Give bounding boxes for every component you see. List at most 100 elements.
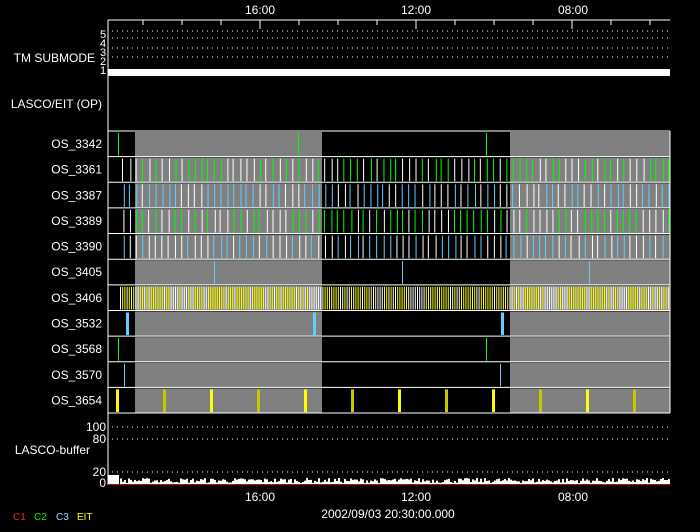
event-mark (639, 286, 641, 310)
buffer-bar (642, 479, 644, 484)
event-mark (485, 286, 487, 310)
event-mark (573, 286, 575, 310)
event-mark (245, 286, 247, 310)
tm-submode-bar (108, 69, 670, 76)
buffer-bar (596, 478, 598, 484)
event-mark (447, 209, 449, 233)
buffer-bar (650, 478, 652, 484)
event-mark (460, 209, 462, 233)
event-mark (221, 286, 223, 310)
event-mark (402, 209, 404, 233)
event-mark (350, 235, 352, 259)
event-mark (461, 158, 463, 182)
event-mark (552, 235, 554, 259)
event-mark (214, 209, 216, 233)
event-mark (545, 158, 547, 182)
event-mark (260, 286, 262, 310)
event-mark (220, 184, 222, 207)
event-mark (285, 158, 287, 182)
event-mark (397, 286, 399, 310)
buffer-bar (256, 479, 258, 484)
event-mark (128, 286, 130, 310)
buffer-bar (132, 481, 134, 484)
event-mark (636, 158, 638, 182)
event-mark (429, 184, 431, 207)
event-mark (219, 209, 221, 233)
buffer-bar (310, 479, 312, 484)
event-mark (175, 286, 176, 310)
buffer-bar (214, 479, 216, 484)
buffer-bar (228, 482, 230, 484)
event-mark (188, 158, 190, 182)
event-mark (155, 184, 157, 207)
event-mark (188, 286, 190, 310)
event-mark (139, 286, 141, 310)
event-mark (553, 286, 555, 310)
event-mark (458, 286, 460, 310)
buffer-bar (556, 480, 558, 484)
event-mark (408, 184, 410, 207)
event-mark (210, 389, 213, 413)
buffer-bar (652, 479, 654, 484)
event-mark (298, 184, 300, 207)
event-mark (435, 235, 437, 259)
event-mark (552, 209, 554, 233)
buffer-bar (212, 478, 214, 484)
event-mark (311, 286, 313, 310)
event-mark (227, 209, 229, 233)
buffer-bar (608, 479, 610, 484)
event-mark (461, 286, 462, 310)
event-mark (434, 209, 436, 233)
event-mark (454, 158, 456, 182)
buffer-bar (574, 480, 576, 484)
event-mark (357, 286, 359, 310)
event-mark (355, 286, 357, 310)
event-mark (663, 286, 665, 310)
buffer-fill (108, 475, 119, 485)
event-mark (305, 235, 307, 259)
event-mark (390, 209, 392, 233)
event-mark (201, 184, 203, 207)
event-mark (539, 235, 541, 259)
buffer-bar (134, 479, 136, 484)
event-mark (591, 235, 593, 259)
buffer-bar (348, 481, 350, 484)
buffer-bar (488, 480, 490, 484)
event-mark (150, 286, 152, 310)
event-mark (256, 286, 258, 310)
buffer-bar (294, 479, 296, 484)
event-mark (362, 286, 363, 310)
event-mark (126, 286, 128, 310)
event-mark (310, 235, 312, 259)
buffer-bar (308, 480, 310, 484)
event-mark (443, 286, 445, 310)
event-mark (544, 286, 546, 310)
event-mark (518, 286, 520, 310)
buffer-bar (484, 478, 486, 484)
event-mark (161, 209, 163, 233)
event-mark (135, 286, 137, 310)
event-mark (421, 158, 423, 182)
event-mark (376, 158, 378, 182)
event-mark (123, 235, 125, 259)
event-mark (227, 286, 229, 310)
event-mark (533, 286, 535, 310)
buffer-bar (168, 478, 170, 484)
event-mark (583, 184, 585, 207)
buffer-bar (482, 482, 484, 484)
buffer-bar (386, 480, 388, 484)
buffer-bar (564, 482, 566, 484)
event-mark (383, 235, 385, 259)
buffer-bar (544, 480, 546, 484)
event-mark (148, 286, 150, 310)
event-mark (349, 184, 351, 207)
event-mark (617, 235, 619, 259)
event-mark (474, 184, 476, 207)
buffer-bar (626, 478, 628, 484)
buffer-bar (440, 482, 442, 484)
event-mark (370, 286, 372, 310)
event-mark (259, 184, 261, 207)
event-mark (343, 158, 345, 182)
event-mark (386, 286, 388, 310)
event-mark (519, 158, 521, 182)
